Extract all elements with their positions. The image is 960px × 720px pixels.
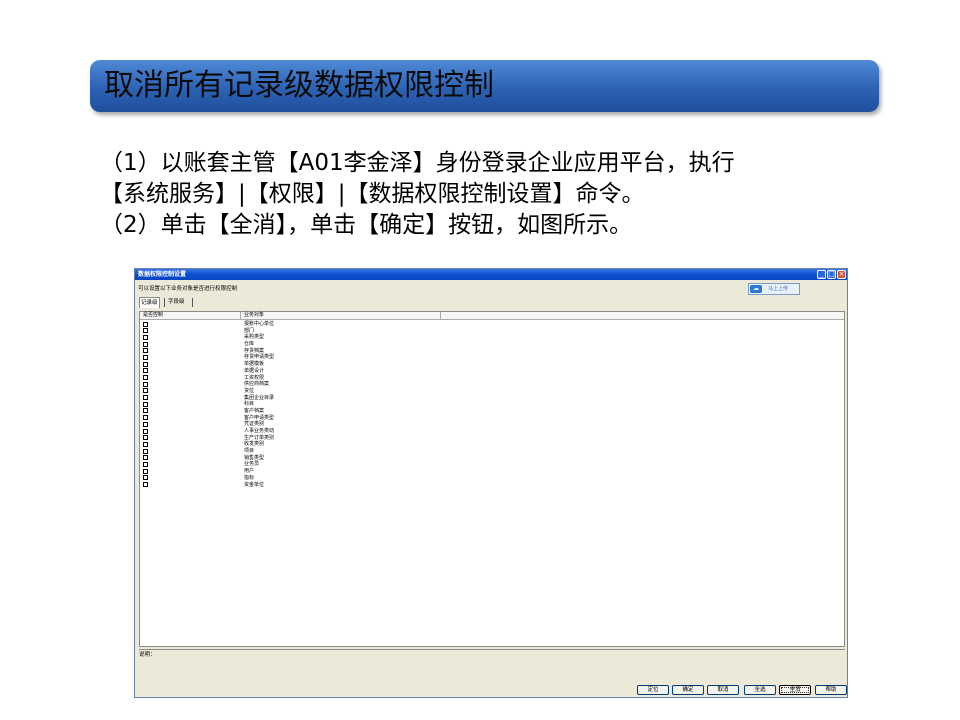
- control-checkbox[interactable]: [143, 461, 148, 467]
- table-row: 仓库: [140, 341, 844, 348]
- table-row: 指标: [140, 475, 844, 482]
- business-object-label: 仓库: [244, 341, 255, 348]
- business-object-label: 人事业务类动: [244, 428, 275, 434]
- control-checkbox[interactable]: [143, 361, 148, 367]
- control-checkbox[interactable]: [143, 468, 148, 474]
- table-row: 供应商档案: [140, 381, 844, 388]
- close-icon[interactable]: ×: [837, 270, 846, 279]
- grid-rows: 报账中心单位 部门 采购类型 仓库 存货档案 存货申请类型 单据模板 单据设计 工资权限 供应商档…: [140, 321, 844, 488]
- instruction-line: （1）以账套主管【A01李金泽】身份登录企业应用平台，执行: [100, 150, 735, 176]
- column-header-control[interactable]: 是否控制: [143, 312, 163, 319]
- note-label: 说明：: [139, 652, 156, 658]
- table-row: 资金单位: [140, 482, 844, 489]
- business-object-label: 单据模板: [244, 361, 265, 368]
- control-checkbox[interactable]: [143, 435, 148, 441]
- column-divider: [440, 312, 441, 319]
- business-object-label: 指标: [244, 474, 255, 481]
- slide-title-banner: 取消所有记录级数据权限控制: [90, 60, 879, 112]
- business-object-label: 项目: [244, 448, 255, 455]
- upload-button[interactable]: ☁ 马上上传: [748, 283, 800, 295]
- control-checkbox[interactable]: [143, 348, 148, 354]
- control-checkbox[interactable]: [143, 375, 148, 380]
- control-checkbox[interactable]: [143, 401, 148, 407]
- table-row: 单据模板: [140, 361, 844, 368]
- control-checkbox[interactable]: [143, 482, 148, 487]
- window-titlebar: 数据权限控制设置 _ □ ×: [135, 269, 847, 280]
- control-checkbox[interactable]: [143, 455, 148, 461]
- business-object-label: 供应商档案: [244, 381, 270, 388]
- business-object-label: 单据设计: [244, 367, 265, 374]
- upload-button-label: 马上上传: [768, 286, 789, 292]
- table-row: 用户: [140, 468, 844, 475]
- control-checkbox[interactable]: [143, 408, 148, 414]
- table-row: 客户档案: [140, 408, 844, 415]
- ok-button[interactable]: 确定: [672, 685, 704, 695]
- business-object-label: 科目: [244, 401, 255, 408]
- minimize-icon[interactable]: _: [817, 270, 826, 279]
- business-object-grid: 是否控制 业务对象 报账中心单位 部门 采购类型 仓库 存货档案 存货申请类型 单据模板 单据…: [139, 311, 845, 647]
- table-row: 项目: [140, 448, 844, 455]
- instruction-line: （2）单击【全消】，单击【确定】按钮，如图所示。: [100, 212, 633, 238]
- control-checkbox[interactable]: [143, 441, 148, 447]
- control-checkbox[interactable]: [143, 341, 148, 347]
- column-divider: [240, 312, 241, 319]
- maximize-icon[interactable]: □: [827, 270, 836, 279]
- locate-button[interactable]: 定位: [637, 685, 669, 695]
- table-row: 科目: [140, 401, 844, 408]
- window-title: 数据权限控制设置: [138, 271, 187, 278]
- instruction-text: （1）以账套主管【A01李金泽】身份登录企业应用平台，执行 【系统服务】|【权限…: [100, 148, 860, 241]
- business-object-label: 报账中心单位: [244, 321, 275, 327]
- tab-divider: [164, 298, 165, 307]
- control-checkbox[interactable]: [143, 321, 148, 327]
- business-object-label: 客户档案: [244, 407, 265, 414]
- business-object-label: 凭证类别: [244, 421, 265, 428]
- table-row: 人事业务类动: [140, 428, 844, 435]
- deselect-all-button[interactable]: 全消: [779, 685, 811, 695]
- slide-title: 取消所有记录级数据权限控制: [104, 68, 494, 103]
- business-object-label: 资金单位: [244, 481, 265, 488]
- data-permission-dialog: 数据权限控制设置 _ □ × 可以设置以下业务对象是否进行权限控制 ☁ 马上上传…: [134, 268, 848, 698]
- control-checkbox[interactable]: [143, 354, 148, 360]
- business-object-label: 用户: [244, 468, 255, 475]
- button-bar: 定位 确定 取消 全选 全消 帮助: [135, 683, 847, 697]
- control-checkbox[interactable]: [143, 475, 148, 481]
- grid-header: 是否控制 业务对象: [140, 312, 844, 320]
- dialog-description: 可以设置以下业务对象是否进行权限控制: [138, 286, 238, 292]
- control-checkbox[interactable]: [143, 395, 148, 401]
- instruction-line: 【系统服务】|【权限】|【数据权限控制设置】命令。: [100, 181, 645, 207]
- table-row: 货位: [140, 388, 844, 395]
- control-checkbox[interactable]: [143, 328, 148, 334]
- cloud-upload-icon: ☁: [750, 285, 762, 293]
- business-object-label: 收发类别: [244, 441, 265, 448]
- help-button[interactable]: 帮助: [815, 685, 847, 695]
- control-checkbox[interactable]: [143, 334, 148, 340]
- control-checkbox[interactable]: [143, 421, 148, 427]
- table-row: 收发类别: [140, 441, 844, 448]
- control-checkbox[interactable]: [143, 381, 148, 387]
- control-checkbox[interactable]: [143, 415, 148, 421]
- tab-record-level[interactable]: 记录级: [139, 297, 160, 308]
- tab-field-level[interactable]: 字段级: [167, 297, 186, 307]
- tab-divider: [192, 298, 193, 307]
- control-checkbox[interactable]: [143, 388, 148, 394]
- control-checkbox[interactable]: [143, 368, 148, 374]
- control-checkbox[interactable]: [143, 448, 148, 454]
- table-row: 报账中心单位: [140, 321, 844, 328]
- column-header-object[interactable]: 业务对象: [244, 312, 264, 319]
- cancel-button[interactable]: 取消: [707, 685, 739, 695]
- table-row: 单据设计: [140, 368, 844, 375]
- table-row: 凭证类别: [140, 421, 844, 428]
- select-all-button[interactable]: 全选: [744, 685, 776, 695]
- business-object-label: 货位: [244, 387, 255, 394]
- note-area: 说明：: [139, 649, 845, 680]
- control-checkbox[interactable]: [143, 428, 148, 434]
